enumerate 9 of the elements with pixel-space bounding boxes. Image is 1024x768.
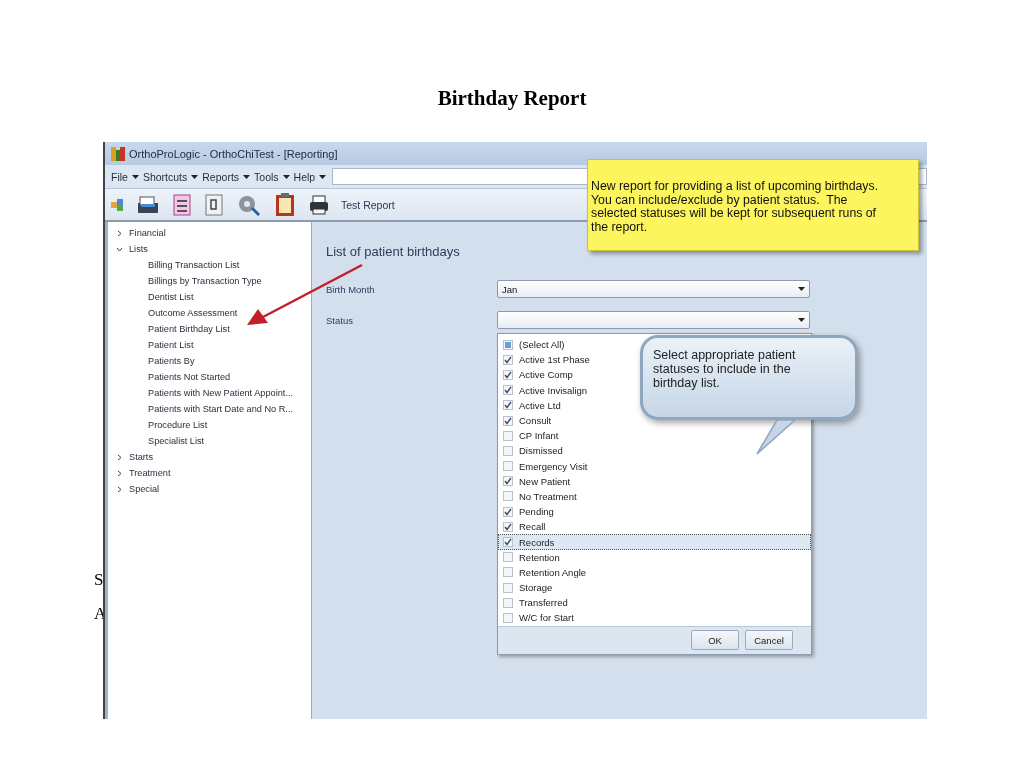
- slide-text: S: [94, 570, 104, 590]
- report-name: Test Report: [341, 198, 395, 211]
- field-label: Birth Month: [326, 283, 376, 295]
- callout-text: Select appropriate patient statuses to include in the birthday list.: [653, 348, 797, 390]
- window-title: OrthoProLogic - OrthoChiTest - [Reporting]: [129, 147, 338, 160]
- field-label: Status: [326, 314, 354, 326]
- note-text: New report for providing a list of upcoming birthdays. You can include/exclude by patient status. The selected statuses will be kept for subsequent runs of the report.: [591, 180, 880, 234]
- page-title: Birthday Report: [437, 86, 587, 111]
- report-heading: List of patient birthdays: [326, 244, 461, 259]
